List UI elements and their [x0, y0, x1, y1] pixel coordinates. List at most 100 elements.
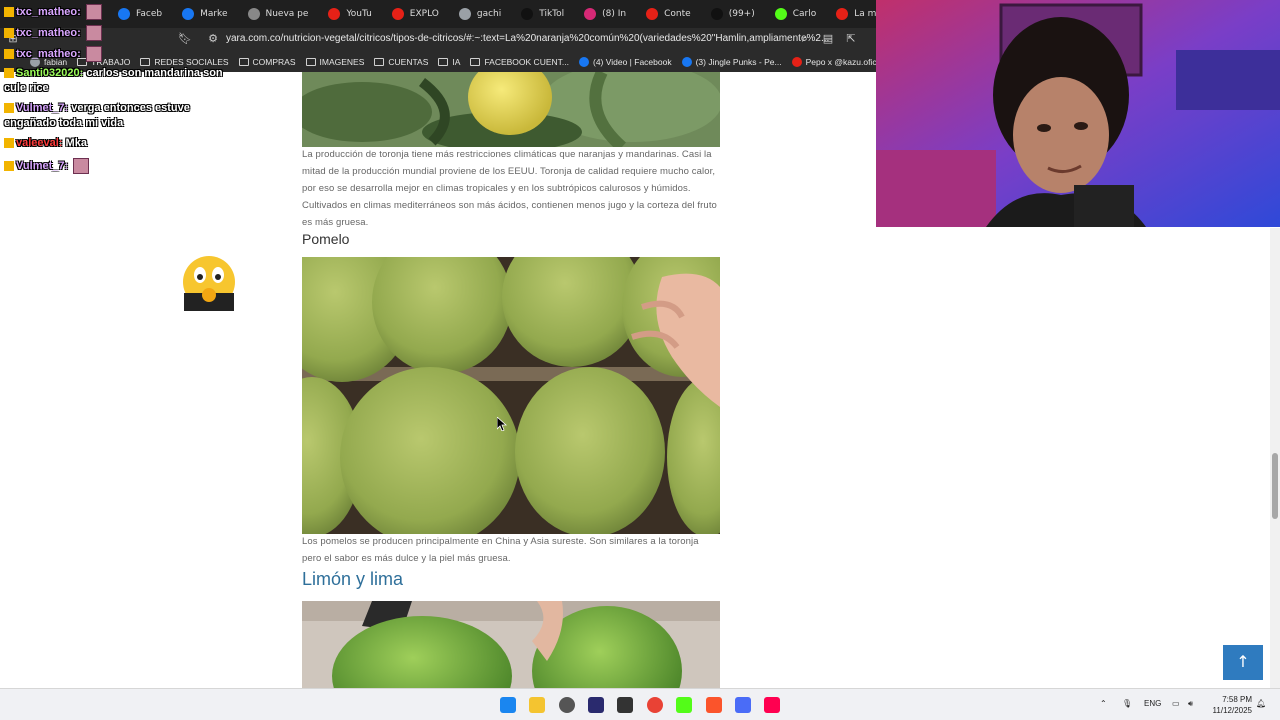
url-field[interactable]: yara.com.co/nutricion-vegetal/citricos/t… [226, 33, 829, 44]
clock-date[interactable]: 11/12/2025 [1206, 706, 1252, 715]
folder-icon [305, 58, 316, 66]
microphone-icon[interactable]: 🎙︎ [1122, 699, 1132, 708]
browser-tab[interactable]: La ma [828, 3, 876, 25]
bookmark-item[interactable]: Pepo x @kazu.oficia... [791, 57, 876, 67]
bookmark-label: (3) Jingle Punks - Pe... [695, 57, 782, 67]
volume-icon[interactable]: 🔊︎ [1188, 699, 1193, 709]
bookmark-item[interactable]: IA [438, 57, 460, 67]
tab-label: Marke [200, 9, 228, 19]
folder-icon [438, 58, 449, 66]
language-indicator[interactable]: ENG [1144, 699, 1161, 708]
notification-bell-icon[interactable]: 🔔︎ [1256, 699, 1266, 708]
chat-badge-icon [4, 138, 14, 149]
pomelo-paragraph: Los pomelos se producen principalmente e… [302, 536, 699, 564]
toronja-photo [302, 72, 720, 147]
scrollbar-thumb[interactable] [1272, 453, 1278, 519]
chat-message: valeeval: Mka [4, 137, 87, 149]
brave-icon[interactable] [706, 697, 722, 713]
kick-icon[interactable] [676, 697, 692, 713]
bookmark-item[interactable]: REDES SOCIALES [140, 57, 229, 67]
webcam-feed [876, 0, 1280, 227]
browser-tab[interactable]: YouTu [320, 3, 379, 25]
tab-favicon-icon [182, 8, 195, 20]
pomelo-photo [302, 257, 720, 534]
bookmark-favicon-icon [578, 57, 589, 67]
chat-username: valeeval: [16, 137, 63, 149]
apps-grid-icon[interactable]: ⊞ [6, 32, 20, 46]
bookmark-item[interactable]: IMAGENES [305, 57, 364, 67]
reader-mode-icon[interactable]: ▤ [821, 32, 835, 46]
tab-favicon-icon [391, 8, 404, 20]
tab-favicon-icon [836, 8, 849, 20]
bookmark-label: (4) Video | Facebook [592, 57, 672, 67]
premiere-icon[interactable] [588, 697, 604, 713]
bookmark-label: IA [452, 57, 461, 67]
browser-tab[interactable]: Carlo [767, 3, 825, 25]
browser-tab[interactable]: Marke [174, 3, 235, 25]
bookmark-icon[interactable]: 🔖︎ [178, 32, 192, 46]
search-icon[interactable]: ⌕ [798, 32, 812, 46]
bookmark-item[interactable]: COMPRAS [238, 57, 296, 67]
page-scrollbar[interactable] [1270, 228, 1280, 688]
bookmark-item[interactable]: CUENTAS [374, 57, 428, 67]
tab-favicon-icon [774, 8, 787, 20]
app-icon[interactable] [735, 697, 751, 713]
obs-icon[interactable] [559, 697, 575, 713]
chat-text: cule rice [4, 82, 49, 94]
tab-favicon-icon [118, 8, 130, 20]
browser-tab[interactable]: Nueva pe [240, 3, 317, 25]
bookmark-favicon-icon [681, 57, 692, 67]
tab-label: (99+) [728, 9, 755, 19]
browser-tab[interactable]: Conte [638, 3, 699, 25]
chat-message: Vulmet_7: [4, 158, 90, 174]
bookmark-item[interactable]: fabian [30, 57, 67, 67]
clock-time[interactable]: 7:58 PM [1216, 695, 1252, 704]
folder-icon [470, 58, 481, 66]
chat-message: cule rice [4, 82, 49, 94]
tiktok-icon[interactable] [764, 697, 780, 713]
browser-tab[interactable]: EXPLO [384, 3, 447, 25]
bookmark-label: CUENTAS [388, 57, 429, 67]
share-icon[interactable]: ⇱ [844, 32, 858, 46]
bookmark-item[interactable]: (4) Video | Facebook [578, 57, 672, 67]
site-info-icon[interactable]: ⚙︎ [206, 32, 220, 46]
tab-favicon-icon [521, 8, 534, 20]
tab-favicon-icon [646, 8, 659, 20]
chat-badge-icon [4, 103, 14, 114]
chevron-up-icon[interactable]: ⌃ [1100, 699, 1107, 708]
bookmark-label: Pepo x @kazu.oficia... [805, 57, 876, 67]
chat-username: Vulmet_7: [16, 102, 69, 114]
tab-favicon-icon [328, 8, 341, 20]
browser-tab[interactable]: Faceb [110, 3, 170, 25]
browser-tab[interactable]: gachi [451, 3, 509, 25]
folder-icon [140, 58, 151, 66]
bookmark-label: fabian [44, 57, 68, 67]
folder-icon [77, 58, 88, 66]
chat-username: Vulmet_7: [16, 159, 69, 172]
start-menu-icon[interactable] [500, 697, 516, 713]
file-explorer-icon[interactable] [529, 697, 545, 713]
network-icon[interactable]: ▭ [1172, 699, 1180, 708]
scroll-to-top-button[interactable]: ↑ [1223, 645, 1263, 680]
limon-photo [302, 601, 720, 688]
bookmark-label: COMPRAS [252, 57, 296, 67]
bookmark-item[interactable]: FACEBOOK CUENT... [470, 57, 569, 67]
browser-tab[interactable]: (99+) [703, 3, 763, 25]
limon-heading: Limón y lima [302, 569, 404, 589]
bookmark-item[interactable]: (3) Jingle Punks - Pe... [681, 57, 782, 67]
browser-tab[interactable]: (8) In [576, 3, 634, 25]
address-bar-row: ⊞ 🔖︎ ⚙︎ yara.com.co/nutricion-vegetal/ci… [0, 28, 876, 52]
epic-games-icon[interactable] [617, 697, 633, 713]
bookmark-item[interactable]: TRABAJO [77, 57, 130, 67]
chat-text: Mka [65, 137, 87, 149]
chrome-icon[interactable] [647, 697, 663, 713]
bookmarks-bar: fabian TRABAJO REDES SOCIALES COMPRAS IMAGEN… [0, 52, 876, 72]
bookmark-favicon-icon [791, 57, 802, 67]
browser-tab[interactable]: TikTol [513, 3, 572, 25]
tab-label: Nueva pe [265, 9, 309, 19]
chat-badge-icon [4, 161, 14, 171]
tab-label: Carlo [792, 9, 817, 19]
tab-favicon-icon [710, 8, 723, 20]
tab-label: gachi [476, 9, 502, 19]
tab-favicon-icon [584, 8, 597, 20]
